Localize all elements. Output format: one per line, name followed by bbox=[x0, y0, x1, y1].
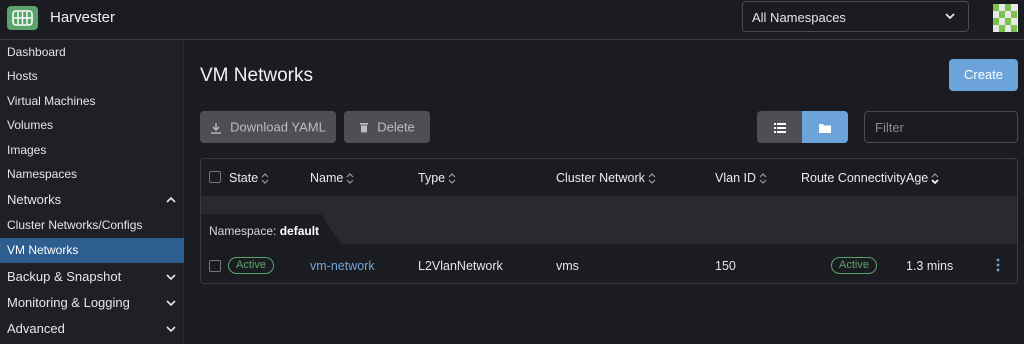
sidebar-item-label: Volumes bbox=[7, 118, 54, 132]
sort-icon bbox=[648, 173, 656, 185]
column-header-name[interactable]: Name bbox=[310, 171, 354, 185]
network-type: L2VlanNetwork bbox=[418, 259, 503, 273]
column-header-state[interactable]: State bbox=[229, 171, 269, 185]
sidebar-group-backup-snapshot[interactable]: Backup & Snapshot bbox=[0, 264, 184, 289]
sidebar-item-label: Virtual Machines bbox=[7, 94, 96, 108]
chevron-down-icon bbox=[166, 326, 176, 333]
column-header-age[interactable]: Age bbox=[906, 171, 939, 185]
sidebar-item-images[interactable]: Images bbox=[0, 138, 184, 163]
sidebar-item-dashboard[interactable]: Dashboard bbox=[0, 40, 184, 65]
network-age: 1.3 mins bbox=[906, 259, 954, 273]
list-icon bbox=[773, 122, 786, 133]
more-actions-icon[interactable] bbox=[995, 258, 1001, 272]
column-label: Cluster Network bbox=[556, 171, 645, 185]
sort-icon bbox=[759, 173, 767, 185]
row-checkbox[interactable] bbox=[209, 260, 221, 272]
avatar[interactable] bbox=[993, 4, 1018, 32]
namespace-group-tab: Namespace: default bbox=[201, 214, 341, 244]
create-button[interactable]: Create bbox=[949, 59, 1018, 91]
vlan-id: 150 bbox=[715, 259, 736, 273]
select-all-checkbox[interactable] bbox=[209, 171, 221, 183]
namespace-group-label: Namespace: default bbox=[209, 224, 319, 238]
sort-icon bbox=[346, 173, 354, 185]
delete-button[interactable]: Delete bbox=[344, 111, 430, 143]
sort-icon bbox=[448, 173, 456, 185]
sidebar-item-label: Namespaces bbox=[7, 167, 78, 181]
column-label: State bbox=[229, 171, 259, 185]
status-badge: Active bbox=[228, 257, 274, 274]
column-label: Vlan ID bbox=[715, 171, 756, 185]
sidebar-item-label: Hosts bbox=[7, 69, 38, 83]
namespace-group-row: Namespace: default bbox=[201, 196, 1017, 244]
sidebar-group-label: Backup & Snapshot bbox=[7, 269, 122, 284]
namespace-group-prefix: Namespace: bbox=[209, 224, 277, 238]
route-connectivity-badge: Active bbox=[831, 257, 877, 274]
sidebar-item-namespaces[interactable]: Namespaces bbox=[0, 162, 184, 187]
sidebar-group-label: Advanced bbox=[7, 321, 65, 336]
sidebar-item-volumes[interactable]: Volumes bbox=[0, 113, 184, 138]
column-label: Name bbox=[310, 171, 344, 185]
vm-networks-table: State Name Type Cluster Network Vlan ID … bbox=[200, 158, 1018, 284]
namespace-select-value: All Namespaces bbox=[752, 10, 846, 25]
sidebar-item-label: Dashboard bbox=[7, 45, 66, 59]
download-yaml-label: Download YAML bbox=[230, 119, 326, 135]
sidebar-group-monitoring-logging[interactable]: Monitoring & Logging bbox=[0, 290, 184, 315]
page-title: VM Networks bbox=[200, 65, 313, 86]
folder-view-button[interactable] bbox=[802, 111, 848, 143]
namespace-select[interactable]: All Namespaces bbox=[742, 1, 969, 32]
sidebar-item-vm-networks[interactable]: VM Networks bbox=[0, 238, 184, 263]
column-header-vlan-id[interactable]: Vlan ID bbox=[715, 171, 767, 185]
sidebar-group-advanced[interactable]: Advanced bbox=[0, 316, 184, 341]
sidebar-item-label: VM Networks bbox=[7, 243, 79, 257]
app-title: Harvester bbox=[50, 9, 116, 26]
top-header: Harvester All Namespaces bbox=[0, 0, 1024, 40]
column-header-cluster-network[interactable]: Cluster Network bbox=[556, 171, 656, 185]
trash-icon bbox=[360, 123, 369, 133]
sidebar-group-networks[interactable]: Networks bbox=[0, 187, 184, 212]
namespace-group-name: default bbox=[279, 224, 320, 238]
sidebar-item-cluster-networks[interactable]: Cluster Networks/Configs bbox=[0, 213, 184, 238]
column-label: Age bbox=[906, 171, 929, 185]
sort-icon bbox=[261, 173, 269, 185]
chevron-up-icon bbox=[166, 196, 176, 203]
harvester-logo-icon bbox=[12, 10, 33, 26]
column-header-type[interactable]: Type bbox=[418, 171, 456, 185]
sidebar: Dashboard Hosts Virtual Machines Volumes… bbox=[0, 40, 184, 344]
filter-input[interactable] bbox=[864, 111, 1018, 143]
chevron-down-icon bbox=[945, 13, 955, 20]
column-label: Type bbox=[418, 171, 446, 185]
chevron-down-icon bbox=[166, 300, 176, 307]
sidebar-item-label: Cluster Networks/Configs bbox=[7, 218, 143, 232]
sidebar-group-label: Networks bbox=[7, 192, 62, 207]
harvester-logo[interactable] bbox=[7, 6, 38, 30]
list-view-button[interactable] bbox=[757, 111, 802, 143]
cluster-network: vms bbox=[556, 259, 579, 273]
sidebar-group-label: Monitoring & Logging bbox=[7, 295, 130, 310]
folder-icon bbox=[819, 123, 831, 133]
sidebar-item-hosts[interactable]: Hosts bbox=[0, 64, 184, 89]
chevron-down-icon bbox=[166, 274, 176, 281]
sidebar-item-virtual-machines[interactable]: Virtual Machines bbox=[0, 89, 184, 114]
column-label: Route Connectivity bbox=[801, 171, 906, 185]
column-header-route-connectivity: Route Connectivity bbox=[801, 171, 906, 185]
network-name-link[interactable]: vm-network bbox=[310, 259, 375, 273]
sort-desc-icon bbox=[931, 173, 939, 185]
delete-label: Delete bbox=[377, 119, 415, 135]
sidebar-item-label: Images bbox=[7, 143, 47, 157]
download-yaml-button[interactable]: Download YAML bbox=[200, 111, 336, 143]
download-icon bbox=[211, 122, 222, 134]
